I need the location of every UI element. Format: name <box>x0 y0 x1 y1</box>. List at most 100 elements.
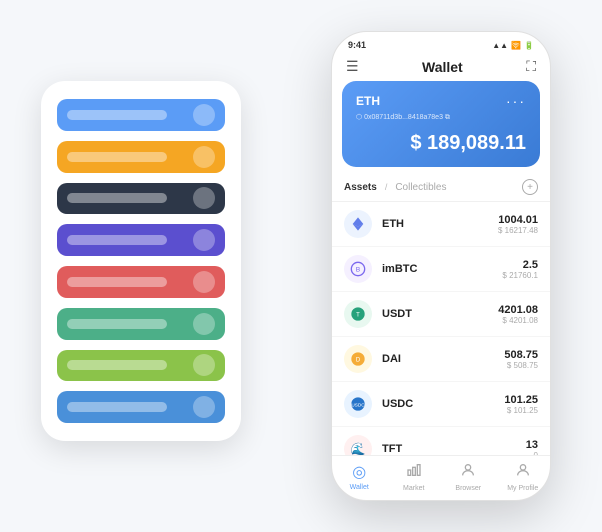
list-item[interactable] <box>57 183 225 215</box>
list-item[interactable] <box>57 141 225 173</box>
table-row[interactable]: B imBTC 2.5 $ 21760.1 <box>332 247 550 292</box>
assets-tabs: Assets / Collectibles + <box>332 175 550 202</box>
asset-amount: 13 <box>526 439 538 451</box>
tab-assets[interactable]: Assets <box>344 182 377 193</box>
card-icon <box>193 396 215 418</box>
card-icon <box>193 354 215 376</box>
card-icon <box>193 146 215 168</box>
market-icon <box>406 462 422 483</box>
battery-icon: 🔋 <box>524 41 534 50</box>
asset-usd: $ 508.75 <box>504 361 538 370</box>
table-row[interactable]: 🌊 TFT 13 0 <box>332 427 550 455</box>
nav-market-label: Market <box>403 485 424 492</box>
asset-usd: $ 101.25 <box>504 406 538 415</box>
asset-values: 2.5 $ 21760.1 <box>502 259 538 280</box>
address-text: 0x08711d3b...8418a78e3 <box>364 114 443 121</box>
eth-balance: $ 189,089.11 <box>356 132 526 155</box>
svg-text:USDC: USDC <box>351 403 365 408</box>
asset-usd: $ 4201.08 <box>498 316 538 325</box>
eth-card[interactable]: ETH ··· ⬡ 0x08711d3b...8418a78e3 ⧉ $ 189… <box>342 81 540 167</box>
card-label <box>67 360 167 370</box>
asset-amount: 1004.01 <box>498 214 538 226</box>
table-row[interactable]: USDC USDC 101.25 $ 101.25 <box>332 382 550 427</box>
card-label <box>67 277 167 287</box>
asset-values: 1004.01 $ 16217.48 <box>498 214 538 235</box>
eth-address: ⬡ 0x08711d3b...8418a78e3 ⧉ <box>356 113 526 122</box>
tab-collectibles[interactable]: Collectibles <box>395 182 446 193</box>
browser-icon <box>460 462 476 483</box>
list-item[interactable] <box>57 99 225 131</box>
profile-icon <box>515 462 531 483</box>
card-label <box>67 402 167 412</box>
nav-profile-label: My Profile <box>507 485 538 492</box>
copy-icon: ⧉ <box>445 114 450 121</box>
table-row[interactable]: ETH 1004.01 $ 16217.48 <box>332 202 550 247</box>
page-title: Wallet <box>422 59 463 75</box>
menu-icon[interactable]: ☰ <box>346 58 359 75</box>
nav-browser-label: Browser <box>455 485 481 492</box>
tab-divider: / <box>385 182 388 192</box>
expand-icon[interactable]: ⛶ <box>526 58 536 75</box>
table-row[interactable]: D DAI 508.75 $ 508.75 <box>332 337 550 382</box>
eth-more-icon[interactable]: ··· <box>506 93 526 109</box>
asset-amount: 2.5 <box>502 259 538 271</box>
eth-icon <box>344 210 372 238</box>
nav-bar: ☰ Wallet ⛶ <box>332 54 550 81</box>
asset-name: ETH <box>382 218 498 230</box>
status-time: 9:41 <box>348 40 366 50</box>
asset-values: 101.25 $ 101.25 <box>504 394 538 415</box>
asset-usd: $ 16217.48 <box>498 226 538 235</box>
list-item[interactable] <box>57 350 225 382</box>
bg-panel <box>41 81 241 441</box>
bottom-nav: ◎ Wallet Market Browser My Profile <box>332 455 550 500</box>
nav-browser[interactable]: Browser <box>441 462 496 492</box>
asset-values: 13 0 <box>526 439 538 456</box>
tft-icon: 🌊 <box>344 435 372 455</box>
nav-market[interactable]: Market <box>387 462 442 492</box>
card-icon <box>193 104 215 126</box>
signal-icon: ▲▲ <box>492 41 508 50</box>
eth-label: ETH <box>356 94 380 108</box>
status-icons: ▲▲ 🛜 🔋 <box>492 41 534 50</box>
asset-list: ETH 1004.01 $ 16217.48 B imBTC 2.5 $ 217… <box>332 202 550 455</box>
card-label <box>67 110 167 120</box>
table-row[interactable]: T USDT 4201.08 $ 4201.08 <box>332 292 550 337</box>
list-item[interactable] <box>57 266 225 298</box>
address-icon: ⬡ <box>356 114 362 121</box>
asset-amount: 101.25 <box>504 394 538 406</box>
add-asset-button[interactable]: + <box>522 179 538 195</box>
wifi-icon: 🛜 <box>511 41 521 50</box>
card-icon <box>193 313 215 335</box>
asset-name: USDC <box>382 398 504 410</box>
card-label <box>67 193 167 203</box>
card-label <box>67 152 167 162</box>
tabs-left: Assets / Collectibles <box>344 182 446 193</box>
list-item[interactable] <box>57 308 225 340</box>
card-icon <box>193 271 215 293</box>
wallet-icon: ◎ <box>352 462 366 482</box>
asset-amount: 508.75 <box>504 349 538 361</box>
dai-icon: D <box>344 345 372 373</box>
balance-amount: $ 189,089.11 <box>410 132 526 154</box>
imbtc-icon: B <box>344 255 372 283</box>
list-item[interactable] <box>57 391 225 423</box>
card-label <box>67 235 167 245</box>
nav-wallet-label: Wallet <box>350 484 369 491</box>
card-label <box>67 319 167 329</box>
asset-name: USDT <box>382 308 498 320</box>
card-icon <box>193 229 215 251</box>
asset-name: DAI <box>382 353 504 365</box>
svg-text:B: B <box>356 267 361 274</box>
phone: 9:41 ▲▲ 🛜 🔋 ☰ Wallet ⛶ ETH ··· ⬡ 0x08711… <box>331 31 551 501</box>
svg-text:D: D <box>356 358 361 364</box>
list-item[interactable] <box>57 224 225 256</box>
scene: 9:41 ▲▲ 🛜 🔋 ☰ Wallet ⛶ ETH ··· ⬡ 0x08711… <box>21 21 581 511</box>
nav-profile[interactable]: My Profile <box>496 462 551 492</box>
asset-name: imBTC <box>382 263 502 275</box>
asset-amount: 4201.08 <box>498 304 538 316</box>
status-bar: 9:41 ▲▲ 🛜 🔋 <box>332 32 550 54</box>
card-icon <box>193 187 215 209</box>
asset-values: 508.75 $ 508.75 <box>504 349 538 370</box>
nav-wallet[interactable]: ◎ Wallet <box>332 462 387 492</box>
asset-usd: $ 21760.1 <box>502 271 538 280</box>
